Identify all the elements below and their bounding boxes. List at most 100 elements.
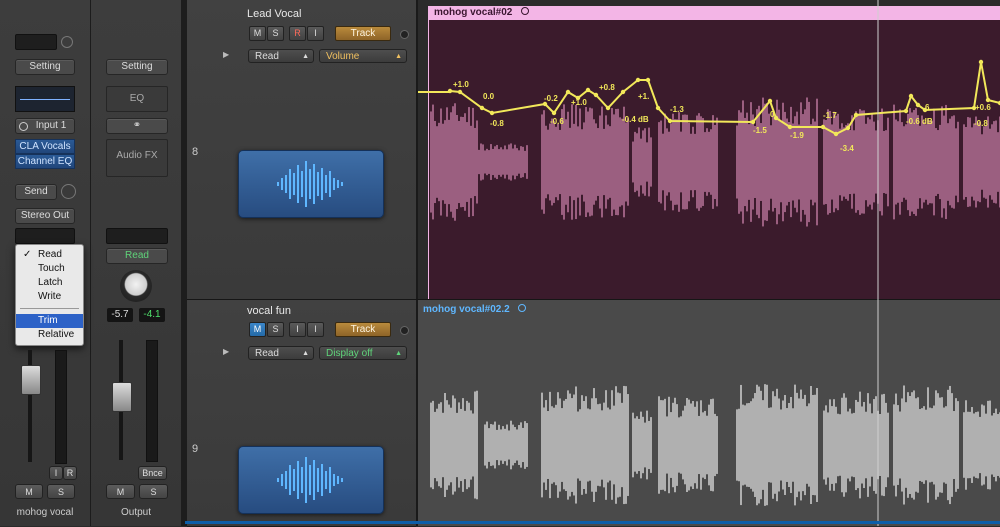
menu-item-relative[interactable]: Relative (16, 328, 83, 342)
output-slot[interactable]: Stereo Out (15, 208, 75, 224)
output-level-meter (146, 340, 158, 462)
updown-arrow-icon: ▲ (395, 53, 402, 60)
auto-label-5: -0.6 (550, 117, 564, 126)
eq-curve-icon (20, 99, 70, 100)
input-label: Input 1 (35, 120, 67, 131)
auto-label-14: -1.7 (823, 111, 837, 120)
menu-separator (20, 308, 79, 309)
automation-parameter-label: Volume (326, 51, 360, 62)
automation-parameter-dropdown[interactable]: Volume ▲ (319, 49, 407, 63)
updown-arrow-icon: ▲ (302, 350, 309, 357)
input-monitor-button[interactable]: I (307, 26, 324, 41)
output-mute-button[interactable]: M (106, 484, 135, 499)
menu-item-trim[interactable]: Trim (16, 314, 83, 328)
status-dot-icon (400, 30, 409, 39)
track-name[interactable]: Lead Vocal (247, 8, 301, 20)
auto-label-4: -0.2 (544, 94, 558, 103)
link-icon: ⚭ (132, 120, 142, 131)
waveform-vocal-fun (430, 384, 1000, 506)
disclosure-triangle-icon[interactable]: ▶ (223, 347, 229, 356)
eq-slot[interactable]: EQ (106, 86, 168, 112)
track-name[interactable]: vocal fun (247, 305, 291, 317)
track-header-vocal-fun[interactable]: vocal fun M S I I Track ▶ Read ▲ Display… (187, 300, 416, 527)
selection-edge (185, 521, 1000, 524)
volume-fader-handle[interactable] (21, 365, 41, 395)
auto-label-18: -0.8 (974, 119, 988, 128)
auto-label-7: +0.8 (599, 83, 615, 92)
menu-item-label: Read (38, 249, 62, 260)
waveform-icon (277, 161, 343, 207)
track-icon-waveform[interactable] (238, 150, 384, 218)
eq-thumbnail[interactable] (15, 86, 75, 112)
bounce-button[interactable]: Bnce (138, 466, 167, 480)
track-automation-button[interactable]: Track (335, 26, 391, 41)
solo-button[interactable]: S (267, 26, 284, 41)
eq-label: EQ (129, 93, 145, 104)
disclosure-triangle-icon[interactable]: ▶ (223, 50, 229, 59)
track-icon-waveform[interactable] (238, 446, 384, 514)
track-header-lead-vocal[interactable]: Lead Vocal M S R I Track ▶ Read ▲ Volume… (187, 0, 416, 300)
input-monitor-button[interactable]: I (307, 322, 324, 337)
automation-mode-dropdown[interactable]: Read ▲ (248, 49, 314, 63)
auto-label-8: +1. (638, 92, 649, 101)
auto-label-11: -1.5 (753, 126, 767, 135)
setting-button[interactable]: Setting (15, 59, 75, 75)
auto-label-15: -3.4 (840, 144, 854, 153)
audio-fx-slot[interactable]: Audio FX (106, 139, 168, 177)
group-slot[interactable] (15, 228, 75, 244)
auto-label-9: -0.4 dB (622, 115, 649, 124)
automation-mode-button[interactable]: Read (106, 248, 168, 264)
auto-label-17: 6 (925, 103, 930, 112)
auto-label-12: 0. (770, 110, 777, 119)
output-group-slot[interactable] (106, 228, 168, 244)
send-slot[interactable]: Send (15, 184, 57, 200)
volume-readout[interactable]: -5.7 (107, 308, 133, 322)
input-circle-icon (19, 122, 28, 131)
mute-button[interactable]: M (249, 322, 266, 337)
auto-label-13: -1.9 (790, 131, 804, 140)
record-enable-button[interactable]: R (63, 466, 77, 480)
mute-button[interactable]: M (15, 484, 43, 499)
auto-label-6: +1.0 (571, 98, 587, 107)
status-dot-icon (400, 326, 409, 335)
level-meter (55, 350, 67, 464)
mute-button[interactable]: M (249, 26, 266, 41)
send-level-knob-icon[interactable] (61, 184, 76, 199)
auto-label-19: +0.6 (975, 103, 991, 112)
updown-arrow-icon: ▲ (302, 53, 309, 60)
output-setting-button[interactable]: Setting (106, 59, 168, 75)
automation-parameter-label: Display off (326, 348, 373, 359)
auto-label-16: -0.6 dB (906, 117, 933, 126)
solo-button[interactable]: S (47, 484, 75, 499)
menu-item-latch[interactable]: Latch (16, 276, 83, 290)
plugin-slot-2[interactable]: Channel EQ (15, 154, 75, 169)
input-slot[interactable]: Input 1 (15, 118, 75, 134)
record-button[interactable]: R (289, 26, 306, 41)
track-automation-button[interactable]: Track (335, 322, 391, 337)
menu-item-touch[interactable]: Touch (16, 262, 83, 276)
track-number: 9 (192, 443, 199, 455)
plugin-slot-1[interactable]: CLA Vocals (15, 139, 75, 154)
input-monitor-button[interactable]: I (49, 466, 63, 480)
input-monitor-knob-icon[interactable] (61, 36, 73, 48)
checkmark-icon: ✓ (23, 249, 32, 260)
link-button[interactable]: ⚭ (106, 118, 168, 134)
auto-label-10: -1.3 (670, 105, 684, 114)
arrange-graphics: +1.0 0.0 -0.8 -0.2 -0.6 +1.0 +0.8 +1. -0… (430, 0, 1000, 526)
automation-mode-label: Read (255, 51, 279, 62)
output-channel-name[interactable]: Output (91, 507, 181, 518)
menu-item-write[interactable]: Write (16, 290, 83, 304)
peak-readout[interactable]: -4.1 (139, 308, 165, 322)
output-fader-handle[interactable] (112, 382, 132, 412)
solo-button[interactable]: S (267, 322, 284, 337)
input-button[interactable]: I (289, 322, 306, 337)
channel-name[interactable]: mohog vocal (0, 507, 90, 518)
automation-parameter-dropdown[interactable]: Display off ▲ (319, 346, 407, 360)
automation-mode-dropdown[interactable]: Read ▲ (248, 346, 314, 360)
track-number: 8 (192, 146, 199, 158)
menu-item-read[interactable]: ✓ Read (16, 248, 83, 262)
waveform-icon (277, 457, 343, 503)
output-solo-button[interactable]: S (139, 484, 168, 499)
updown-arrow-icon: ▲ (395, 350, 402, 357)
pan-knob-icon[interactable] (120, 270, 152, 302)
